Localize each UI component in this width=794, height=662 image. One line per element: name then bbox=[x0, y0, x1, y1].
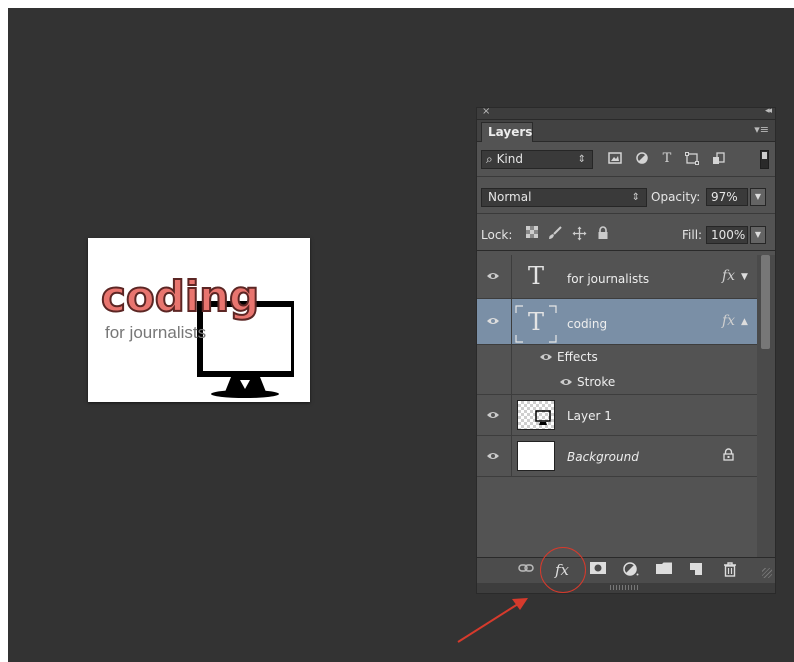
stroke-label: Stroke bbox=[577, 375, 616, 389]
panel-titlebar: × ◂◂ bbox=[477, 106, 775, 120]
lock-pixels-brush-icon[interactable] bbox=[547, 226, 563, 242]
visibility-column bbox=[477, 345, 512, 369]
image-filter-icon[interactable] bbox=[607, 152, 623, 166]
stroke-effect-row[interactable]: Stroke bbox=[477, 369, 757, 395]
collapse-icon[interactable]: ◂◂ bbox=[765, 106, 772, 116]
smartobject-filter-icon[interactable] bbox=[710, 152, 726, 166]
effects-label: Effects bbox=[557, 350, 598, 364]
lock-transparent-icon[interactable] bbox=[524, 226, 540, 242]
lock-all-icon[interactable] bbox=[595, 226, 611, 242]
grip-lines bbox=[610, 585, 638, 590]
adjustment-icon[interactable] bbox=[622, 562, 640, 578]
scrollbar-thumb[interactable] bbox=[761, 255, 770, 349]
opacity-dropdown-icon[interactable]: ▼ bbox=[750, 188, 766, 206]
blend-mode-select[interactable]: Normal ⇕ bbox=[481, 188, 647, 207]
kind-filter-select[interactable]: ⌕ Kind ⇕ bbox=[481, 150, 593, 169]
shape-filter-icon[interactable] bbox=[684, 152, 700, 166]
eye-icon[interactable] bbox=[486, 271, 500, 281]
document-subtitle: for journalists bbox=[105, 323, 207, 342]
filter-row: ⌕ Kind ⇕ T bbox=[477, 142, 775, 177]
layer-name[interactable]: Layer 1 bbox=[567, 409, 612, 423]
fill-dropdown-icon[interactable]: ▼ bbox=[750, 226, 766, 244]
eye-icon[interactable] bbox=[539, 352, 553, 362]
lock-icon[interactable] bbox=[723, 448, 734, 464]
visibility-column bbox=[477, 369, 512, 394]
fill-label: Fill: bbox=[682, 228, 703, 242]
new-layer-icon[interactable] bbox=[687, 562, 705, 578]
tab-layers[interactable]: Layers bbox=[481, 122, 533, 142]
type-filter-icon[interactable]: T bbox=[659, 152, 675, 166]
eye-icon[interactable] bbox=[486, 410, 500, 420]
trash-icon[interactable] bbox=[721, 562, 739, 578]
annotation-circle bbox=[540, 547, 586, 593]
blend-mode-value: Normal bbox=[488, 190, 532, 204]
opacity-input[interactable]: 97% bbox=[706, 188, 748, 206]
text-layer-thumbnail: T bbox=[527, 262, 544, 290]
blend-row: Normal ⇕ Opacity: 97% ▼ bbox=[477, 183, 775, 214]
select-arrows-icon: ⇕ bbox=[631, 192, 640, 203]
document-headline: coding bbox=[100, 272, 260, 321]
adjustment-filter-icon[interactable] bbox=[634, 152, 650, 166]
layer-row-for-journalists[interactable]: T for journalists fx ▼ bbox=[477, 255, 757, 299]
text-layer-thumbnail: T bbox=[527, 308, 544, 336]
layers-panel: × ◂◂ Layers ▾≡ ⌕ Kind ⇕ T Normal ⇕ Opaci… bbox=[476, 106, 776, 594]
layers-scrollbar[interactable] bbox=[757, 255, 775, 557]
layer-row-coding[interactable]: T coding fx ▲ bbox=[477, 299, 757, 345]
resize-corner-icon[interactable] bbox=[762, 568, 772, 578]
layer-name[interactable]: coding bbox=[567, 317, 607, 331]
effects-row[interactable]: Effects bbox=[477, 345, 757, 369]
link-icon[interactable] bbox=[517, 562, 535, 578]
layer-thumbnail bbox=[517, 400, 555, 430]
chevron-down-icon[interactable]: ▼ bbox=[741, 272, 748, 282]
panel-menu-icon[interactable]: ▾≡ bbox=[754, 123, 769, 136]
chevron-up-icon[interactable]: ▲ bbox=[741, 317, 748, 327]
folder-icon[interactable] bbox=[655, 562, 673, 578]
layers-list: T for journalists fx ▼ T coding fx ▲ Eff… bbox=[477, 255, 775, 557]
layer-name[interactable]: for journalists bbox=[567, 272, 649, 286]
eye-icon[interactable] bbox=[559, 377, 573, 387]
layers-bottom-toolbar: fx bbox=[477, 557, 775, 583]
document-canvas[interactable]: coding for journalists bbox=[88, 238, 310, 402]
lock-row: Lock: Fill: 100% ▼ bbox=[477, 220, 775, 251]
layer-row-layer-1[interactable]: Layer 1 bbox=[477, 395, 757, 436]
fx-icon[interactable]: fx bbox=[722, 313, 735, 329]
fx-icon[interactable]: fx bbox=[722, 268, 735, 284]
eye-icon[interactable] bbox=[486, 451, 500, 461]
mask-icon[interactable] bbox=[589, 562, 607, 578]
lock-position-move-icon[interactable] bbox=[571, 226, 587, 242]
eye-icon[interactable] bbox=[486, 316, 500, 326]
select-arrows-icon: ⇕ bbox=[577, 154, 586, 165]
layer-name[interactable]: Background bbox=[567, 450, 639, 464]
background-thumbnail bbox=[517, 441, 555, 471]
opacity-label: Opacity: bbox=[651, 190, 701, 204]
tab-bar: Layers ▾≡ bbox=[477, 120, 775, 142]
annotation-arrow bbox=[457, 598, 528, 643]
kind-label: Kind bbox=[496, 152, 523, 166]
fill-input[interactable]: 100% bbox=[706, 226, 748, 244]
close-icon[interactable]: × bbox=[482, 106, 490, 117]
layer-row-background[interactable]: Background bbox=[477, 436, 757, 477]
search-icon: ⌕ bbox=[486, 152, 493, 166]
lock-label: Lock: bbox=[481, 228, 513, 242]
filter-toggle-switch[interactable] bbox=[760, 150, 769, 169]
